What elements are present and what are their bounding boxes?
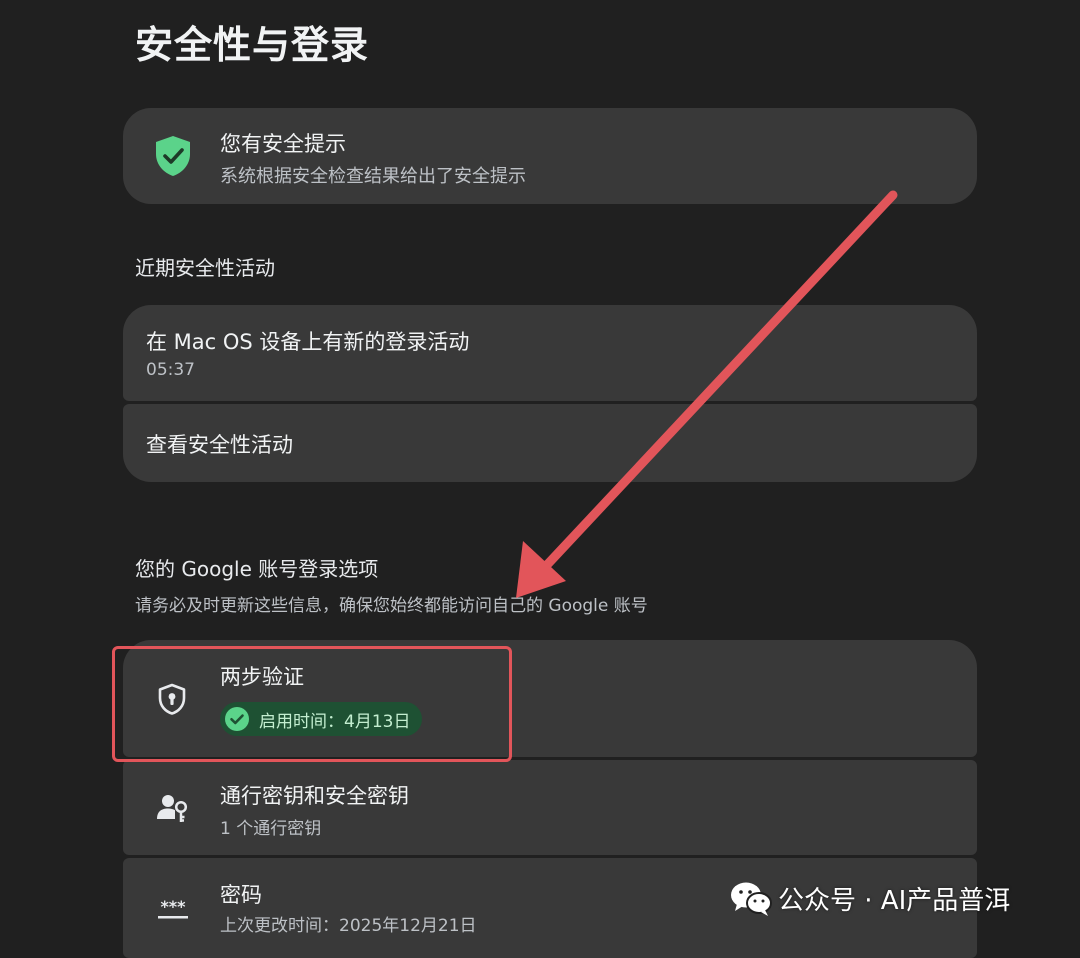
watermark: 公众号 · AI产品普洱 (730, 880, 1010, 917)
wechat-icon (731, 882, 772, 916)
watermark-text: 公众号 · AI产品普洱 (778, 886, 1011, 916)
annotation-arrow (516, 190, 898, 598)
